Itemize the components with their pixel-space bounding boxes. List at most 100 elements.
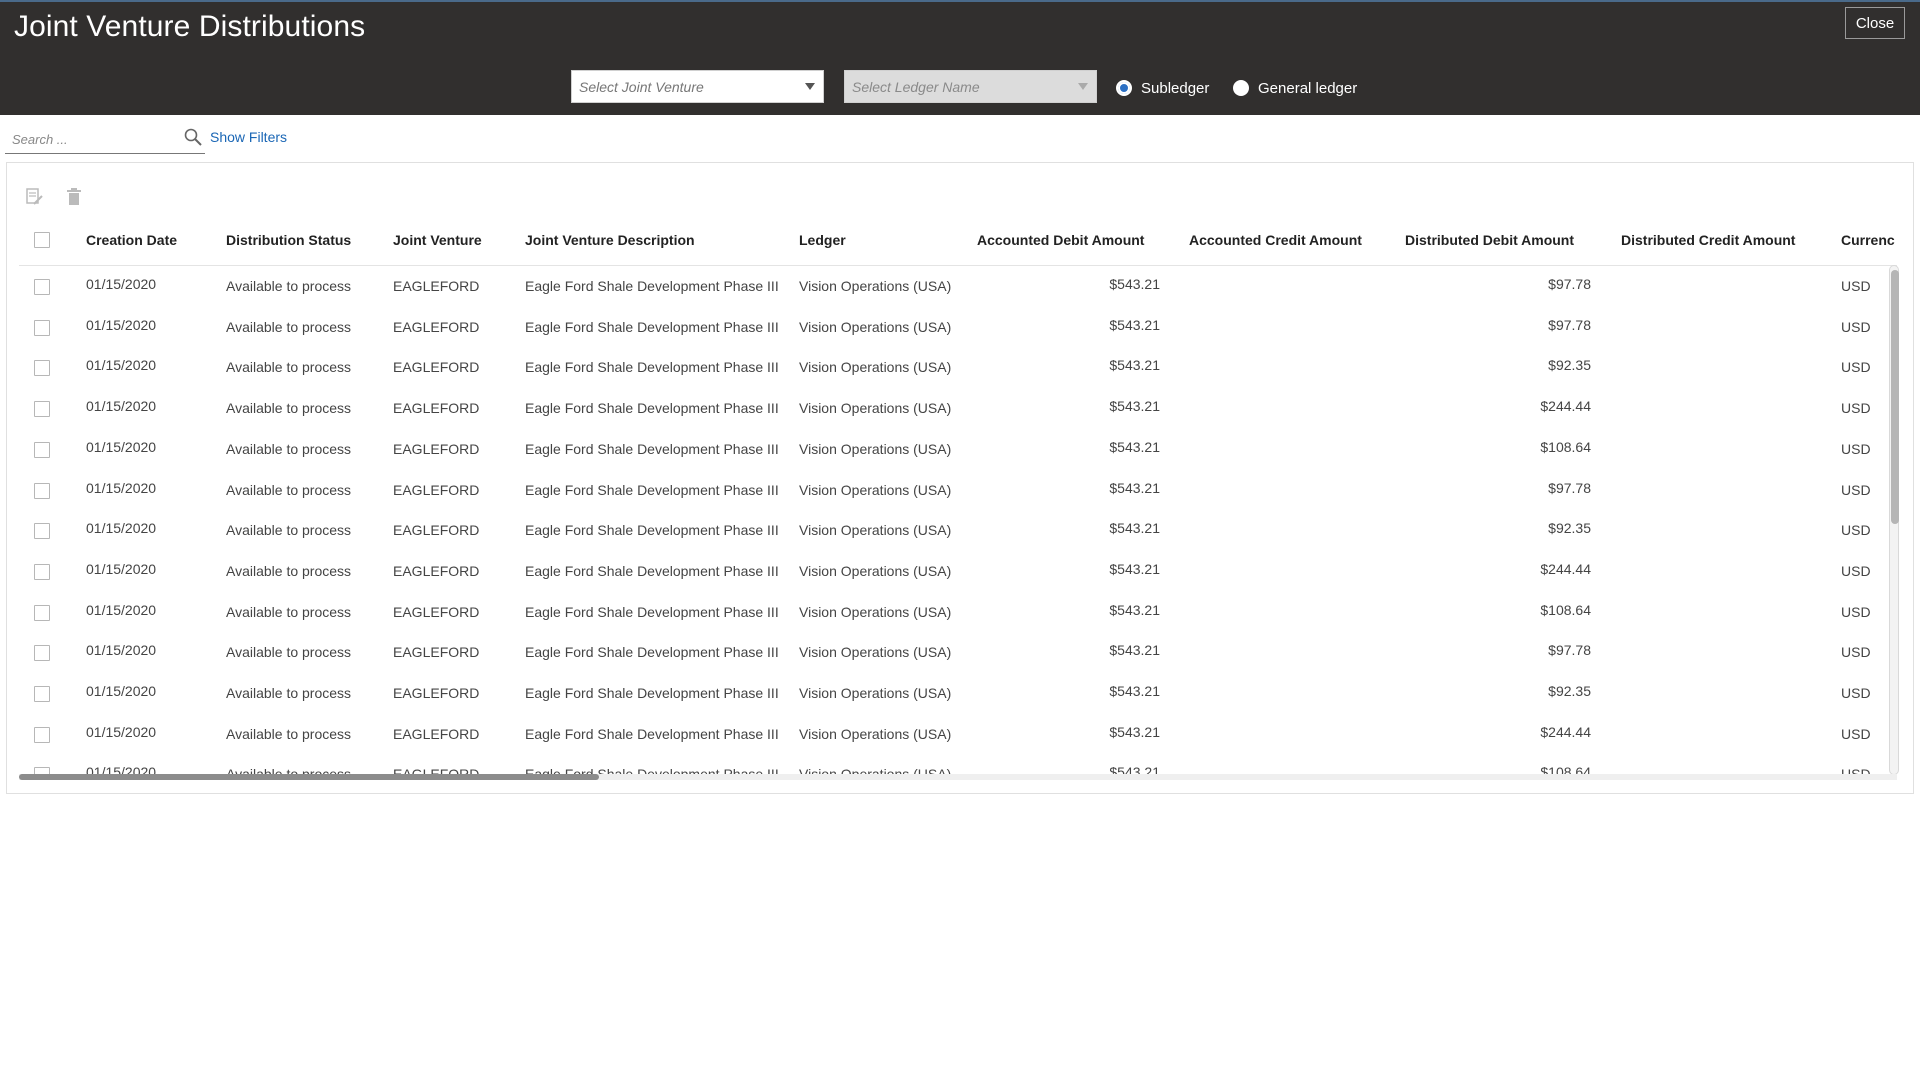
joint-venture-select[interactable]: Select Joint Venture (571, 70, 824, 103)
cell-jv: EAGLEFORD (393, 522, 480, 539)
cell-acc-debit: $543.21 (1109, 398, 1160, 415)
cell-status: Available to process (226, 562, 352, 579)
edit-icon[interactable] (26, 187, 44, 207)
row-checkbox[interactable] (34, 726, 50, 743)
table-row[interactable]: 01/15/2020 Available to process EAGLEFORD E… (19, 593, 1897, 634)
cell-ledger: Vision Operations (USA) (799, 318, 952, 335)
cell-date: 01/15/2020 (86, 642, 157, 659)
cell-desc: Eagle Ford Shale Development Phase III (525, 318, 779, 335)
row-checkbox[interactable] (34, 482, 50, 499)
cell-date: 01/15/2020 (86, 723, 157, 740)
column-header-creation-date[interactable]: Creation Date (86, 215, 177, 265)
cell-status: Available to process (226, 644, 352, 661)
column-header-distributed-debit[interactable]: Distributed Debit Amount (1405, 215, 1574, 265)
cell-desc: Eagle Ford Shale Development Phase III (525, 440, 779, 457)
cell-ledger: Vision Operations (USA) (799, 603, 952, 620)
table-row[interactable]: 01/15/2020 Available to process EAGLEFORD E… (19, 715, 1897, 756)
table-row[interactable]: 01/15/2020 Available to process EAGLEFORD E… (19, 348, 1897, 389)
column-header-accounted-debit[interactable]: Accounted Debit Amount (977, 215, 1144, 265)
column-header-jv-description[interactable]: Joint Venture Description (525, 215, 695, 265)
table-row[interactable]: 01/15/2020 Available to process EAGLEFORD E… (19, 471, 1897, 512)
cell-status: Available to process (226, 440, 352, 457)
cell-jv: EAGLEFORD (393, 400, 480, 417)
row-checkbox[interactable] (34, 645, 50, 662)
vertical-scrollbar-thumb[interactable] (1891, 270, 1899, 524)
table-row[interactable]: 01/15/2020 Available to process EAGLEFORD E… (19, 389, 1897, 430)
cell-acc-debit: $543.21 (1109, 520, 1160, 537)
ledger-name-select[interactable]: Select Ledger Name (844, 70, 1097, 103)
cell-ledger: Vision Operations (USA) (799, 522, 952, 539)
general-ledger-radio[interactable] (1233, 80, 1249, 96)
cell-desc: Eagle Ford Shale Development Phase III (525, 522, 779, 539)
cell-status: Available to process (226, 318, 352, 335)
row-checkbox[interactable] (34, 563, 50, 580)
select-all-checkbox[interactable] (34, 232, 50, 248)
table-row[interactable]: 01/15/2020 Available to process EAGLEFORD E… (19, 430, 1897, 471)
cell-date: 01/15/2020 (86, 683, 157, 699)
table-header-row: Creation Date Distribution Status Joint … (19, 215, 1897, 266)
column-header-currency[interactable]: Currenc (1841, 215, 1895, 265)
row-checkbox[interactable] (34, 604, 50, 621)
cell-desc: Eagle Ford Shale Development Phase III (525, 562, 779, 579)
horizontal-scrollbar-thumb[interactable] (19, 774, 599, 780)
cell-currency: USD (1841, 278, 1871, 294)
cell-acc-debit: $543.21 (1109, 438, 1160, 455)
cell-jv: EAGLEFORD (393, 318, 480, 335)
table-row[interactable]: 01/15/2020 Available to process EAGLEFORD E… (19, 633, 1897, 674)
cell-jv: EAGLEFORD (393, 644, 480, 661)
cell-ledger: Vision Operations (USA) (799, 400, 952, 417)
cell-status: Available to process (226, 359, 352, 376)
cell-acc-debit: $543.21 (1109, 642, 1160, 659)
cell-ledger: Vision Operations (USA) (799, 644, 952, 661)
cell-acc-debit: $543.21 (1109, 601, 1160, 618)
cell-date: 01/15/2020 (86, 276, 157, 292)
subledger-radio[interactable] (1116, 80, 1132, 96)
cell-desc: Eagle Ford Shale Development Phase III (525, 400, 779, 417)
cell-desc: Eagle Ford Shale Development Phase III (525, 685, 779, 701)
cell-status: Available to process (226, 481, 352, 498)
general-ledger-radio-label[interactable]: General ledger (1258, 80, 1357, 97)
subledger-radio-label[interactable]: Subledger (1141, 80, 1209, 97)
search-field[interactable] (5, 124, 205, 154)
cell-currency: USD (1841, 481, 1871, 498)
cell-dist-debit: $92.35 (1548, 683, 1591, 699)
cell-desc: Eagle Ford Shale Development Phase III (525, 359, 779, 376)
row-checkbox[interactable] (34, 441, 50, 458)
cell-acc-debit: $543.21 (1109, 723, 1160, 740)
cell-currency: USD (1841, 440, 1871, 457)
cell-date: 01/15/2020 (86, 438, 157, 455)
column-header-distributed-credit[interactable]: Distributed Credit Amount (1621, 215, 1795, 265)
cell-desc: Eagle Ford Shale Development Phase III (525, 644, 779, 661)
table-row[interactable]: 01/15/2020 Available to process EAGLEFORD E… (19, 552, 1897, 593)
column-header-ledger[interactable]: Ledger (799, 215, 846, 265)
cell-dist-debit: $244.44 (1540, 560, 1591, 577)
cell-dist-debit: $92.35 (1548, 357, 1591, 374)
table-row[interactable]: 01/15/2020 Available to process EAGLEFORD E… (19, 511, 1897, 552)
close-button[interactable]: Close (1845, 7, 1905, 39)
row-checkbox[interactable] (34, 279, 50, 295)
row-checkbox[interactable] (34, 401, 50, 418)
cell-status: Available to process (226, 603, 352, 620)
cell-currency: USD (1841, 603, 1871, 620)
column-header-joint-venture[interactable]: Joint Venture (393, 215, 482, 265)
cell-date: 01/15/2020 (86, 316, 157, 333)
column-header-accounted-credit[interactable]: Accounted Credit Amount (1189, 215, 1362, 265)
cell-currency: USD (1841, 725, 1871, 742)
search-icon[interactable] (183, 127, 203, 147)
cell-ledger: Vision Operations (USA) (799, 685, 952, 701)
table-row[interactable]: 01/15/2020 Available to process EAGLEFORD E… (19, 308, 1897, 349)
row-checkbox[interactable] (34, 686, 50, 702)
row-checkbox[interactable] (34, 523, 50, 540)
cell-date: 01/15/2020 (86, 520, 157, 537)
table-row[interactable]: 01/15/2020 Available to process EAGLEFORD E… (19, 674, 1897, 715)
table-row[interactable]: 01/15/2020 Available to process EAGLEFORD E… (19, 267, 1897, 308)
row-checkbox[interactable] (34, 360, 50, 377)
search-input[interactable] (10, 124, 184, 154)
row-checkbox[interactable] (34, 319, 50, 336)
show-filters-link[interactable]: Show Filters (210, 129, 287, 145)
trash-icon[interactable] (65, 187, 83, 207)
column-header-distribution-status[interactable]: Distribution Status (226, 215, 351, 265)
cell-desc: Eagle Ford Shale Development Phase III (525, 725, 779, 742)
ledger-select-placeholder: Select Ledger Name (852, 78, 980, 95)
cell-dist-debit: $108.64 (1540, 601, 1591, 618)
